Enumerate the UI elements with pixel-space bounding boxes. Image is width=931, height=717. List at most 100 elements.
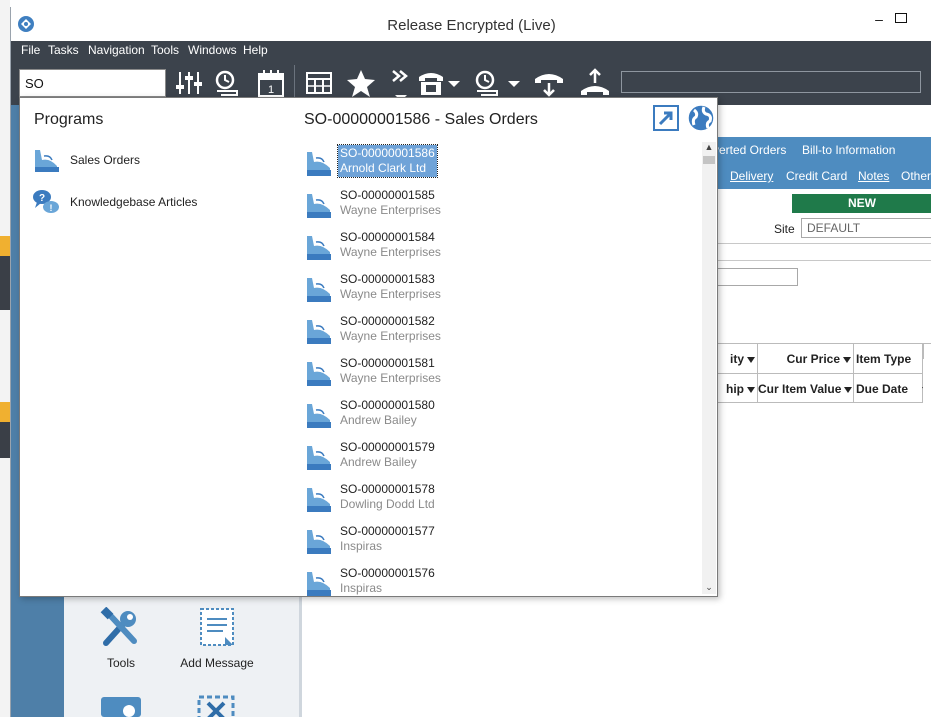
sales-order-icon [307,404,331,428]
result-item[interactable]: SO-00000001576 Inspiras [302,562,702,596]
filter-icon[interactable] [922,386,923,393]
column-header-cur-price[interactable]: Cur Price [757,343,853,373]
filter-icon[interactable] [747,386,755,393]
result-item[interactable]: SO-00000001580 Andrew Bailey [302,394,702,436]
result-item[interactable]: SO-00000001585 Wayne Enterprises [302,184,702,226]
chevron-down-icon[interactable] [507,67,521,99]
tab-bill-to-information[interactable]: Bill-to Information [802,143,895,157]
result-item[interactable]: SO-00000001577 Inspiras [302,520,702,562]
scroll-thumb[interactable] [703,156,715,164]
tab-row-top: verted Orders Bill-to Information [711,137,931,163]
add-message-icon [200,608,234,646]
menu-bar: File Tasks Navigation Tools Windows Help [11,41,931,61]
toolbar-separator [294,65,295,101]
menu-navigation[interactable]: Navigation [88,43,145,57]
phone-book-icon[interactable] [415,67,447,99]
new-status-badge: NEW [792,194,931,213]
column-header-item-type[interactable]: Item Type [853,343,923,373]
menu-windows[interactable]: Windows [188,43,237,57]
result-order-number: SO-00000001585 [340,188,435,202]
tab-converted-orders[interactable]: verted Orders [713,143,786,157]
site-field[interactable]: DEFAULT [801,218,931,238]
result-item[interactable]: SO-00000001586 Arnold Clark Ltd [302,142,702,184]
result-item[interactable]: SO-00000001583 Wayne Enterprises [302,268,702,310]
process-clock-icon[interactable] [211,67,243,99]
result-text: SO-00000001579 Andrew Bailey [338,439,437,471]
result-order-number: SO-00000001577 [340,524,435,538]
result-customer: Wayne Enterprises [340,287,441,301]
programs-heading: Programs [34,111,104,128]
delete-tile-icon[interactable] [197,695,235,717]
result-customer: Inspiras [340,581,383,595]
result-item[interactable]: SO-00000001582 Wayne Enterprises [302,310,702,352]
result-item[interactable]: SO-00000001581 Wayne Enterprises [302,352,702,394]
tab-other[interactable]: Other [901,169,931,183]
sales-order-icon [307,446,331,470]
result-order-number: SO-00000001584 [340,230,435,244]
chevron-down-icon[interactable] [447,67,461,99]
text-field[interactable] [716,268,798,286]
sales-order-icon [307,278,331,302]
menu-tasks[interactable]: Tasks [48,43,79,57]
calendar-icon[interactable]: 1 [255,67,287,99]
result-order-number: SO-00000001581 [340,356,435,370]
sales-order-icon [307,152,331,176]
camera-tile-icon[interactable] [99,697,143,717]
sliders-icon[interactable] [173,67,205,99]
background-dark-panel [0,256,10,310]
minimize-button[interactable]: – [869,11,889,31]
tab-delivery[interactable]: Delivery [730,169,773,183]
menu-file[interactable]: File [21,43,40,57]
result-item[interactable]: SO-00000001584 Wayne Enterprises [302,226,702,268]
results-scrollbar[interactable]: ▲ ⌄ [702,142,716,594]
result-item[interactable]: SO-00000001578 Dowling Dodd Ltd [302,478,702,520]
filter-icon[interactable] [843,356,851,363]
result-text: SO-00000001584 Wayne Enterprises [338,229,443,261]
menu-tools[interactable]: Tools [151,43,179,57]
divider-line [711,243,931,244]
maximize-button[interactable] [895,13,907,23]
hang-up-icon[interactable] [533,67,565,99]
result-text: SO-00000001577 Inspiras [338,523,437,555]
result-order-number: SO-00000001582 [340,314,435,328]
background-window-strip [0,0,10,717]
tab-credit-card[interactable]: Credit Card [786,169,847,183]
knowledgebase-icon: ? ! [33,190,59,213]
result-item[interactable]: SO-00000001579 Andrew Bailey [302,436,702,478]
result-customer: Inspiras [340,539,383,553]
sales-order-icon [307,488,331,512]
column-header-cur-item-value[interactable]: Cur Item Value [757,373,853,403]
svg-text:1: 1 [268,84,274,96]
tools-tile[interactable]: Tools [76,606,166,670]
sales-order-icon [307,236,331,260]
program-label: Sales Orders [70,153,141,167]
scroll-down-icon[interactable]: ⌄ [702,582,716,594]
sales-order-icon [307,320,331,344]
filter-icon[interactable] [844,386,853,393]
sales-order-icon [35,150,59,172]
sales-order-icon [307,362,331,386]
menu-help[interactable]: Help [243,43,268,57]
result-text: SO-00000001578 Dowling Dodd Ltd [338,481,437,513]
toolbar-text-field[interactable] [621,71,921,93]
globe-icon[interactable] [686,103,716,133]
result-customer: Wayne Enterprises [340,329,441,343]
svg-text:?: ? [39,193,45,204]
filter-icon[interactable] [747,356,755,363]
call-out-icon[interactable] [579,67,611,99]
add-message-tile[interactable]: Add Message [172,607,262,670]
grid-icon[interactable] [303,67,335,99]
tab-row-bottom: Delivery Credit Card Notes Other [711,163,931,189]
star-icon[interactable] [345,67,377,99]
svg-text:!: ! [50,203,53,213]
open-external-icon[interactable] [653,105,679,131]
tab-notes[interactable]: Notes [858,169,889,183]
result-customer: Wayne Enterprises [340,203,441,217]
process-dropdown-icon[interactable] [471,67,503,99]
column-header-due-date[interactable]: Due Date [853,373,923,403]
result-order-number: SO-00000001578 [340,482,435,496]
result-order-number: SO-00000001576 [340,566,435,580]
results-heading: SO-00000001586 - Sales Orders [304,111,538,128]
search-input[interactable] [19,69,166,97]
scroll-up-icon[interactable]: ▲ [702,142,716,154]
